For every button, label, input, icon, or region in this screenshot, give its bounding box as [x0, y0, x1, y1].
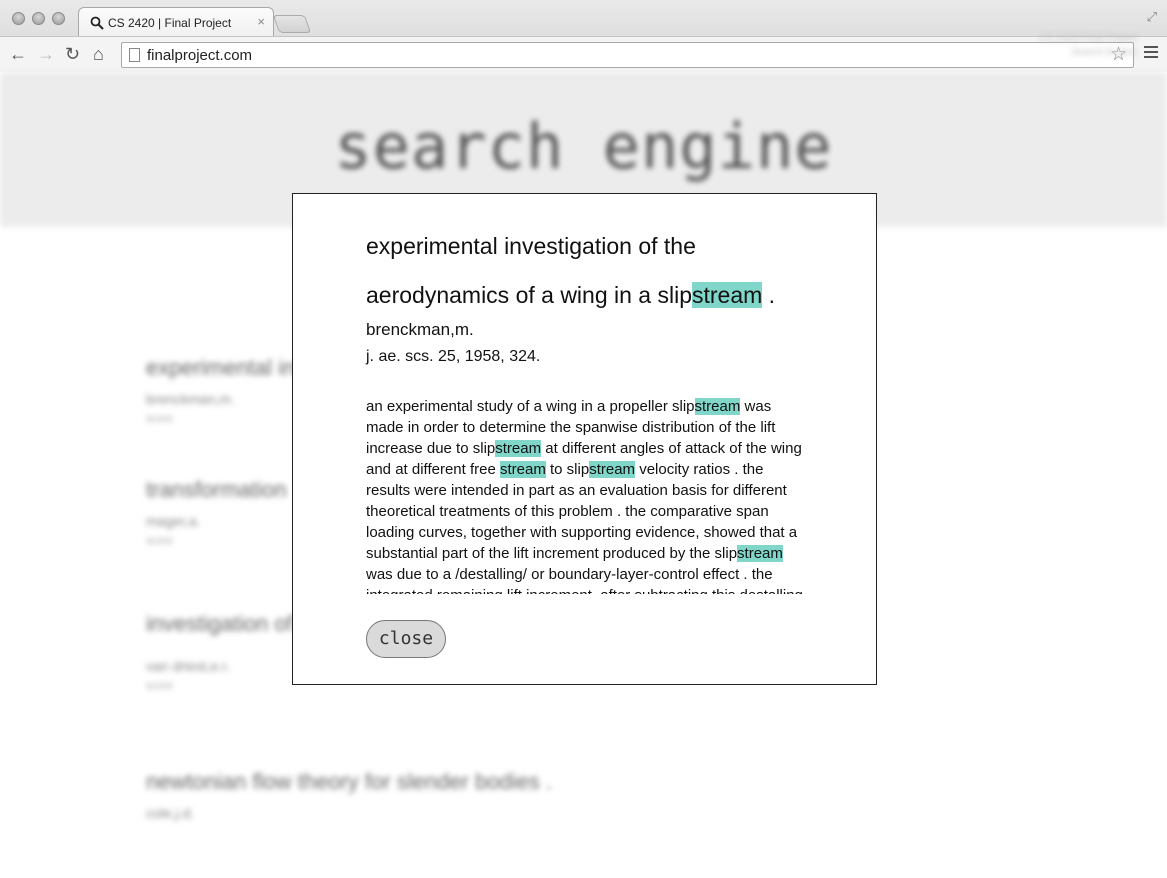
new-tab-button[interactable] — [272, 15, 312, 33]
query-highlight: stream — [589, 461, 636, 478]
abstract-text: was due to a /destalling/ or boundary-la… — [366, 566, 803, 594]
footer-line: CS 2420 Final Project — [1039, 33, 1137, 44]
close-button[interactable]: close — [366, 620, 446, 658]
browser-chrome: CS 2420 | Final Project × ⤢ ← → ↻ ⌂ fina… — [0, 0, 1167, 72]
result-item[interactable]: newtonian flow theory for slender bodies… — [146, 769, 552, 821]
result-author: cole,j.d. — [146, 805, 195, 821]
abstract-text: an experimental study of a wing in a pro… — [366, 398, 695, 415]
page-footer: CS 2420 Final Project Search Engine — [1040, 32, 1137, 60]
home-icon[interactable]: ⌂ — [93, 43, 104, 65]
result-item[interactable]: transformation mager,a. score — [146, 477, 287, 547]
page-icon — [129, 48, 140, 62]
modal-title: experimental investigation of the aerody… — [366, 222, 826, 320]
tab-title: CS 2420 | Final Project — [108, 16, 232, 30]
query-highlight: stream — [737, 545, 783, 562]
result-title[interactable]: newtonian flow theory for slender bodies… — [146, 769, 552, 795]
query-highlight: stream — [692, 282, 763, 308]
modal-source: j. ae. scs. 25, 1958, 324. — [366, 348, 541, 365]
fullscreen-icon[interactable]: ⤢ — [1147, 9, 1157, 25]
query-highlight: stream — [495, 440, 542, 457]
forward-arrow-icon[interactable]: → — [37, 43, 55, 65]
title-text: experimental investigation of the aerody… — [366, 233, 696, 308]
close-window-button[interactable] — [12, 12, 25, 25]
reload-icon[interactable]: ↻ — [65, 43, 80, 65]
browser-toolbar: ← → ↻ ⌂ finalproject.com ☆ — [0, 36, 1167, 72]
query-highlight: stream — [499, 461, 546, 478]
modal-author: brenckman,m. — [366, 320, 474, 339]
footer-line: Search Engine — [1071, 47, 1137, 58]
modal-abstract[interactable]: an experimental study of a wing in a pro… — [366, 396, 811, 594]
browser-tab-active[interactable]: CS 2420 | Final Project × — [78, 7, 274, 36]
result-meta: score — [146, 535, 173, 547]
back-arrow-icon[interactable]: ← — [9, 43, 27, 65]
menu-icon[interactable] — [1144, 46, 1158, 61]
hero-title: search engine — [334, 110, 833, 183]
title-text: . — [762, 282, 776, 308]
url-text: finalproject.com — [147, 47, 253, 64]
document-modal: experimental investigation of the aerody… — [292, 193, 877, 685]
tab-close-icon[interactable]: × — [257, 14, 265, 29]
abstract-text: to slip — [545, 461, 590, 478]
result-title[interactable]: transformation — [146, 477, 287, 503]
search-icon — [90, 16, 104, 30]
result-author: mager,a. — [146, 513, 201, 529]
query-highlight: stream — [694, 398, 741, 415]
minimize-window-button[interactable] — [32, 12, 45, 25]
zoom-window-button[interactable] — [52, 12, 65, 25]
address-bar[interactable]: finalproject.com ☆ — [121, 42, 1134, 68]
